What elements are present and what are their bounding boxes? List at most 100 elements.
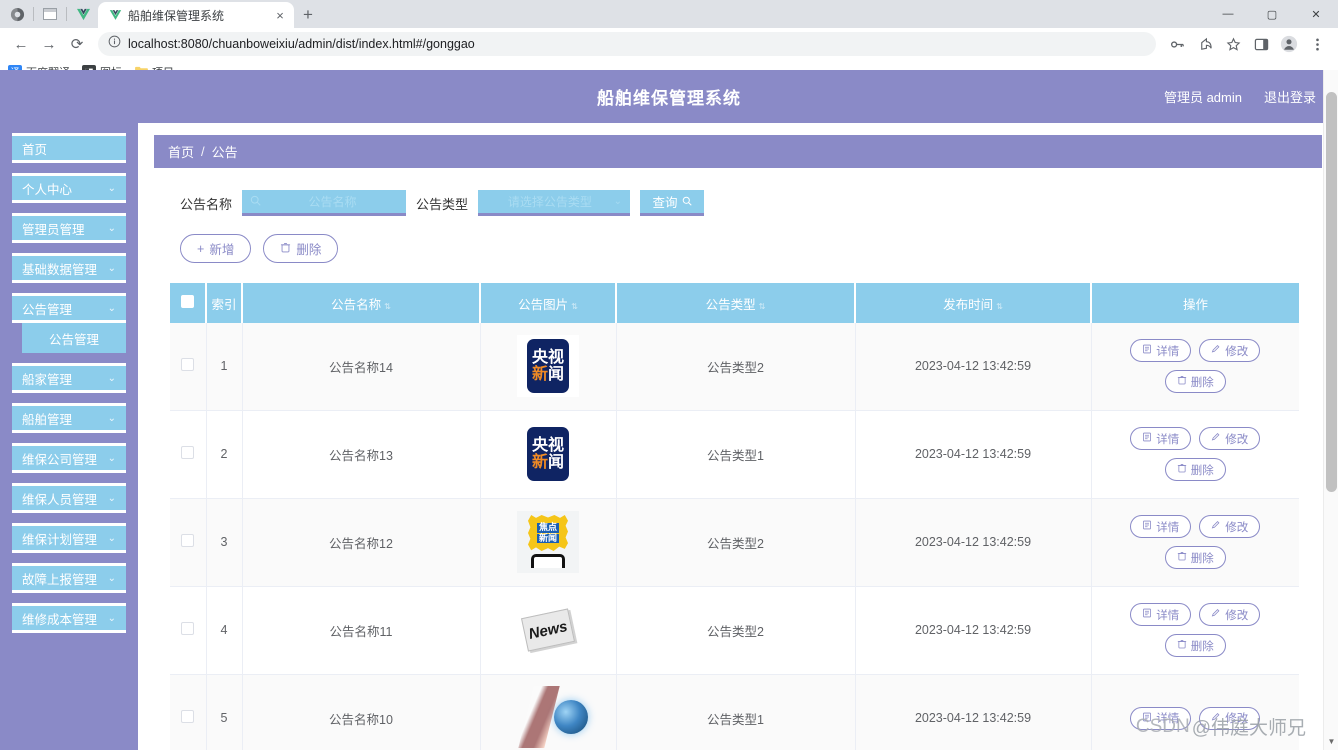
column-header-type[interactable]: 公告类型 ⇅ <box>616 283 856 323</box>
row-type: 公告类型2 <box>616 498 856 587</box>
scrollbar-thumb[interactable] <box>1326 92 1337 492</box>
detail-button[interactable]: 详情 <box>1130 706 1192 730</box>
sidebar-subitem-announcement-management[interactable]: 公告管理 <box>22 323 126 353</box>
select-all-checkbox[interactable] <box>181 295 194 308</box>
sidebar-item-admin-management[interactable]: 管理员管理 ⌄ <box>12 213 126 243</box>
info-icon[interactable] <box>108 35 121 53</box>
delete-button[interactable]: 删除 <box>1164 634 1226 657</box>
chevron-down-icon: ⌄ <box>107 612 116 624</box>
window-close-button[interactable]: ✕ <box>1294 0 1338 28</box>
select-all-header[interactable] <box>170 283 207 323</box>
sidebar-item-ship-management[interactable]: 船舶管理 ⌄ <box>12 403 126 433</box>
tabstrip-divider-2 <box>66 7 67 21</box>
vue-logo-icon-collapsed[interactable] <box>72 3 94 25</box>
sidebar-item-fault-report-management[interactable]: 故障上报管理 ⌄ <box>12 563 126 593</box>
sidebar-item-repair-cost-management[interactable]: 维修成本管理 ⌄ <box>12 603 126 633</box>
row-name: 公告名称13 <box>242 410 481 499</box>
row-checkbox[interactable] <box>181 710 195 723</box>
delete-button[interactable]: 删除 <box>1164 458 1226 481</box>
maximize-button[interactable]: ▢ <box>1250 0 1294 28</box>
edit-button[interactable]: 修改 <box>1199 515 1261 538</box>
address-bar[interactable]: localhost:8080/chuanboweixiu/admin/dist/… <box>98 32 1156 56</box>
column-header-name[interactable]: 公告名称 ⇅ <box>242 283 481 323</box>
sidebar-item-announcement-management[interactable]: 公告管理 ⌄ <box>12 293 126 323</box>
row-select-cell[interactable] <box>170 323 207 411</box>
row-actions-cell: 详情 修改 <box>1091 674 1299 750</box>
breadcrumb-current: 公告 <box>211 145 238 160</box>
sort-icon[interactable]: ⇅ <box>759 302 766 311</box>
column-header-image[interactable]: 公告图片 ⇅ <box>480 283 617 323</box>
row-checkbox[interactable] <box>181 358 195 372</box>
batch-delete-label: 删除 <box>296 243 322 257</box>
new-tab-button[interactable]: + <box>294 2 322 28</box>
row-select-cell[interactable] <box>170 498 207 587</box>
logout-button[interactable]: 退出登录 <box>1264 87 1316 106</box>
delete-button[interactable]: 删除 <box>1164 370 1226 394</box>
sidebar-item-maintenance-plan-management[interactable]: 维保计划管理 ⌄ <box>12 523 126 553</box>
column-header-publish-time[interactable]: 发布时间 ⇅ <box>855 283 1092 323</box>
sort-icon[interactable]: ⇅ <box>571 302 578 311</box>
chevron-down-icon: ⌄ <box>107 182 116 194</box>
sort-icon[interactable]: ⇅ <box>384 302 391 311</box>
sidebar-item-boatowner-management[interactable]: 船家管理 ⌄ <box>12 363 126 393</box>
sidebar-item-personal-center[interactable]: 个人中心 ⌄ <box>12 173 126 203</box>
delete-label: 删除 <box>1190 552 1214 565</box>
table-row[interactable]: 4 公告名称11 News 公告类型2 2023-04-12 13:42:59 … <box>170 586 1299 675</box>
app-header: 船舶维保管理系统 管理员 admin 退出登录 <box>0 70 1338 123</box>
detail-button[interactable]: 详情 <box>1130 427 1192 450</box>
reload-icon[interactable]: ⟳ <box>64 31 90 57</box>
sidebar-item-maintenance-company-management[interactable]: 维保公司管理 ⌄ <box>12 443 126 473</box>
edit-button[interactable]: 修改 <box>1199 339 1261 363</box>
sidebar-item-basic-data-management[interactable]: 基础数据管理 ⌄ <box>12 253 126 283</box>
share-icon[interactable] <box>1192 31 1218 57</box>
column-header-actions: 操作 <box>1091 283 1299 323</box>
key-icon[interactable] <box>1164 31 1190 57</box>
star-icon[interactable] <box>1220 31 1246 57</box>
row-select-cell[interactable] <box>170 674 207 750</box>
row-checkbox[interactable] <box>181 446 195 459</box>
breadcrumb-home[interactable]: 首页 <box>168 142 194 161</box>
batch-delete-button[interactable]: 删除 <box>263 234 339 263</box>
edit-button[interactable]: 修改 <box>1199 603 1261 626</box>
row-select-cell[interactable] <box>170 410 207 499</box>
browser-window: 船舶维保管理系统 × + — ▢ ✕ ← → ⟳ localhost:8080/… <box>0 0 1338 750</box>
sidebar-item-maintenance-staff-management[interactable]: 维保人员管理 ⌄ <box>12 483 126 513</box>
back-icon[interactable]: ← <box>8 31 34 57</box>
table-row[interactable]: 3 公告名称12 焦点 新闻 公告类型2 2023-04-12 13:42:59… <box>170 498 1299 587</box>
delete-button[interactable]: 删除 <box>1164 546 1226 569</box>
page-scrollbar[interactable]: ▼ <box>1323 70 1338 750</box>
delete-label: 删除 <box>1190 640 1214 653</box>
row-select-cell[interactable] <box>170 586 207 675</box>
profile-icon[interactable] <box>1276 31 1302 57</box>
search-name-field[interactable] <box>242 190 407 216</box>
browser-tab-active[interactable]: 船舶维保管理系统 × <box>98 2 294 28</box>
chrome-globe-icon[interactable] <box>6 3 28 25</box>
detail-button[interactable]: 详情 <box>1130 515 1192 538</box>
scroll-down-arrow-icon[interactable]: ▼ <box>1324 734 1338 748</box>
detail-button[interactable]: 详情 <box>1130 339 1192 363</box>
query-button[interactable]: 查询 <box>640 190 705 216</box>
sidepanel-icon[interactable] <box>1248 31 1274 57</box>
announcement-type-select[interactable]: 请选择公告类型 ⌄ <box>478 190 631 216</box>
row-checkbox[interactable] <box>181 622 195 635</box>
table-row[interactable]: 5 公告名称10 公告类型1 2023-04-12 13:42:59 详情 修改 <box>170 674 1299 750</box>
collapsed-tab-icon[interactable] <box>39 3 61 25</box>
sidebar-item-home[interactable]: 首页 <box>12 133 126 163</box>
close-icon[interactable]: × <box>272 7 288 23</box>
announcement-type-label: 公告类型 <box>416 196 469 212</box>
search-input[interactable] <box>267 194 399 209</box>
detail-button[interactable]: 详情 <box>1130 603 1192 626</box>
table-row[interactable]: 1 公告名称14 央视 新闻 公告类型2 2023-04-12 13:42:59… <box>170 323 1299 411</box>
tab-title: 船舶维保管理系统 <box>128 8 225 23</box>
forward-icon[interactable]: → <box>36 31 62 57</box>
minimize-button[interactable]: — <box>1206 0 1250 28</box>
table-row[interactable]: 2 公告名称13 央视 新闻 公告类型1 2023-04-12 13:42:59… <box>170 410 1299 499</box>
edit-button[interactable]: 修改 <box>1199 706 1261 730</box>
edit-button[interactable]: 修改 <box>1199 427 1261 450</box>
kebab-menu-icon[interactable] <box>1304 31 1330 57</box>
jiaodian-news-phone-icon: 焦点 新闻 <box>517 511 579 573</box>
sort-icon[interactable]: ⇅ <box>996 302 1003 311</box>
add-button[interactable]: + 新增 <box>180 234 252 263</box>
chevron-down-icon: ⌄ <box>107 222 116 234</box>
row-checkbox[interactable] <box>181 534 195 547</box>
